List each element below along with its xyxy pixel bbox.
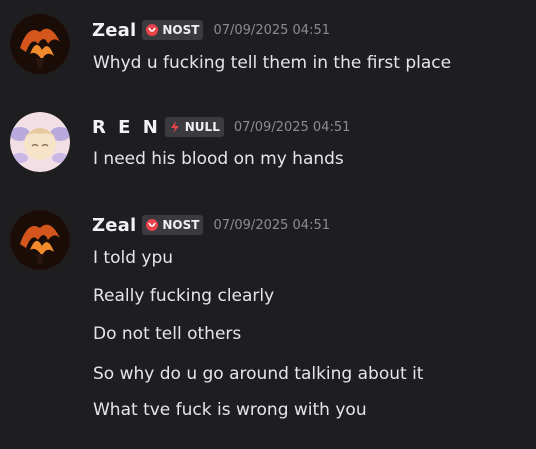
- timestamp: 07/09/2025 04:51: [233, 119, 351, 135]
- server-tag[interactable]: NOST: [142, 215, 204, 235]
- avatar[interactable]: [10, 112, 70, 172]
- username[interactable]: Zeal: [92, 20, 136, 41]
- timestamp: 07/09/2025 04:51: [213, 217, 330, 233]
- message-header: Zeal NOST 07/09/2025 04:51: [92, 211, 330, 239]
- message-text: What tve fuck is wrong with you: [93, 400, 367, 420]
- message-text: Do not tell others: [93, 324, 242, 344]
- server-tag[interactable]: NULL: [164, 117, 224, 137]
- message-text: I need his blood on my hands: [93, 149, 344, 169]
- server-tag[interactable]: NOST: [142, 20, 204, 40]
- username[interactable]: R E N: [92, 117, 161, 138]
- heart-outline-icon: [145, 23, 159, 37]
- message-text: I told ypu: [93, 248, 174, 268]
- server-tag-label: NOST: [162, 218, 200, 232]
- message-header: R E N NULL 07/09/2025 04:51: [92, 113, 350, 141]
- server-tag-label: NULL: [184, 120, 220, 134]
- chat-log: Zeal NOST 07/09/2025 04:51 Whyd u fuckin…: [0, 0, 536, 449]
- avatar[interactable]: [10, 210, 70, 270]
- avatar[interactable]: [10, 14, 70, 74]
- message-text: Whyd u fucking tell them in the first pl…: [93, 53, 452, 73]
- message-text: So why do u go around talking about it: [93, 364, 424, 384]
- timestamp: 07/09/2025 04:51: [213, 22, 330, 38]
- server-tag-label: NOST: [162, 23, 200, 37]
- message-header: Zeal NOST 07/09/2025 04:51: [92, 16, 330, 44]
- heart-outline-icon: [145, 218, 159, 232]
- message-text: Really fucking clearly: [93, 286, 275, 306]
- lightning-icon: [168, 120, 182, 134]
- username[interactable]: Zeal: [92, 215, 136, 236]
